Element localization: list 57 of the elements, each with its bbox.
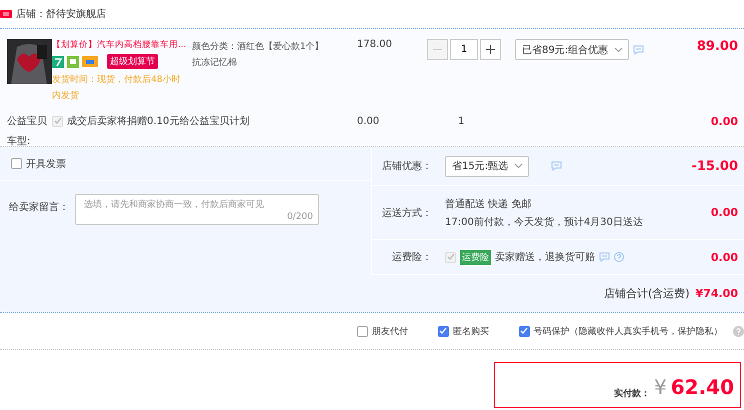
help-icon[interactable]	[733, 326, 744, 336]
insurance-amount: 0.00	[710, 250, 738, 264]
invoice-label: 开具发票	[26, 158, 66, 170]
discount-select[interactable]: 已省89元:组合优惠	[515, 39, 630, 60]
item-subtotal: 89.00	[696, 39, 738, 54]
payment-label: 实付款：	[614, 387, 650, 400]
caret-icon	[614, 46, 624, 52]
option-label: 匿名购买	[452, 326, 489, 338]
caret-icon	[514, 163, 524, 169]
payment-amount: 62.40	[670, 375, 734, 399]
car-model-label: 车型:	[7, 136, 30, 147]
service-icon	[67, 56, 79, 68]
product-title[interactable]: 【划算价】汽车内高档腰靠车用...	[52, 39, 186, 51]
shipping-eta: 17:00前付款，今天发货，预计4月30日送达	[445, 216, 644, 228]
shipping-method: 普通配送 快递 免邮	[445, 198, 532, 210]
charity-text: 成交后卖家将捐赠0.10元给公益宝贝计划	[67, 114, 250, 128]
checkbox[interactable]	[438, 326, 449, 336]
sku-text: 抗冻记忆棉	[192, 56, 238, 70]
plus-icon	[486, 45, 495, 54]
insurance-text: 卖家赠送，退换货可赔	[495, 250, 595, 264]
unit-price: 178.00	[357, 39, 393, 50]
currency-symbol: ¥	[654, 375, 667, 399]
card-icon	[82, 56, 98, 67]
sku-text: 颜色分类：酒红色【爱心款1个】	[192, 40, 325, 54]
minus-icon	[433, 49, 442, 50]
shipping-amount: 0.00	[710, 206, 738, 219]
checkbox[interactable]	[357, 326, 368, 336]
chat-icon[interactable]	[551, 161, 562, 171]
shop-total-label: 店铺合计(含运费)	[604, 286, 690, 301]
charity-label: 公益宝贝	[6, 114, 48, 128]
increase-button[interactable]	[480, 39, 501, 60]
insurance-tag: 运费险	[460, 250, 491, 264]
shop-discount-label: 店铺优惠：	[381, 160, 432, 173]
store-badge-icon	[0, 9, 12, 19]
chat-icon[interactable]	[599, 252, 610, 262]
help-icon[interactable]	[614, 252, 624, 262]
charity-price: 0.00	[357, 116, 380, 126]
shop-discount-select[interactable]: 省15元:甄选	[445, 156, 530, 176]
shipping-label: 运送方式：	[381, 206, 432, 220]
shop-name: 店铺：舒待安旗舰店	[16, 8, 106, 21]
option-label: 朋友代付	[372, 326, 408, 338]
chat-icon[interactable]	[633, 44, 644, 54]
char-counter: 0/200	[287, 212, 313, 222]
shipping-note: 发货时间：现货，付款后48小时内发货	[52, 74, 182, 103]
message-label: 给卖家留言：	[9, 200, 69, 215]
checkbox[interactable]	[11, 158, 22, 169]
shop-total-amount: ¥74.00	[696, 287, 738, 300]
charity-quantity: 1	[457, 116, 466, 126]
charity-subtotal: 0.00	[710, 114, 738, 128]
quantity-field[interactable]: 1	[450, 39, 478, 60]
seven-day-icon	[52, 56, 64, 68]
decrease-button[interactable]	[427, 39, 448, 60]
promo-tag: 超级划算节	[107, 54, 158, 69]
shop-discount-amount: -15.00	[691, 158, 738, 174]
option-label: 号码保护（隐藏收件人真实手机号，保护隐私）	[534, 326, 723, 338]
checkbox[interactable]	[518, 326, 530, 336]
insurance-label: 运费险：	[391, 250, 432, 264]
